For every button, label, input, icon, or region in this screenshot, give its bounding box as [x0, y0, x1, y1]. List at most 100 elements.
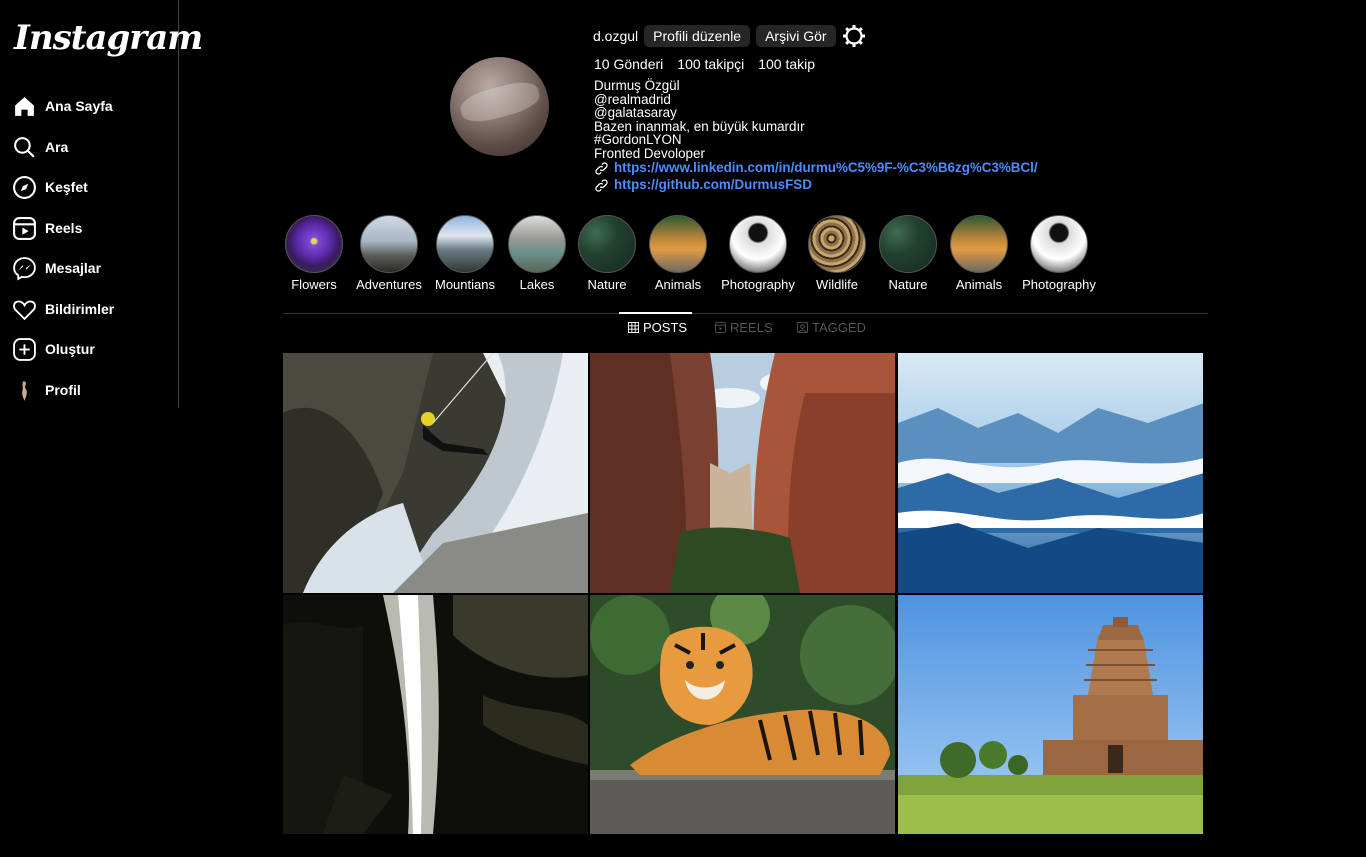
bio-line: @realmadrid: [594, 91, 671, 107]
linkedin-link[interactable]: https://www.linkedin.com/in/durmu%C5%9F-…: [614, 161, 1038, 175]
view-archive-button[interactable]: Arşivi Gör: [756, 25, 836, 47]
grid-icon: [628, 322, 639, 333]
highlight-cover: [729, 215, 787, 273]
highlight-cover: [1030, 215, 1088, 273]
tab-label: POSTS: [643, 320, 688, 335]
bio-line: Fronted Devoloper: [594, 145, 705, 161]
highlight-label: Adventures: [356, 277, 422, 292]
sidebar-item-create[interactable]: Oluştur: [12, 333, 95, 365]
sidebar-item-search[interactable]: Ara: [12, 131, 68, 163]
post-thumbnail[interactable]: [283, 353, 588, 593]
post-image: [590, 595, 895, 834]
search-icon: [14, 136, 35, 158]
sidebar-item-messages[interactable]: Mesajlar: [12, 252, 101, 284]
highlight-nature-2[interactable]: Nature: [868, 215, 948, 292]
post-thumbnail[interactable]: [590, 353, 895, 593]
sidebar: Instagram Ana Sayfa Ara Keşfet Reels Mes…: [0, 0, 203, 408]
bio-name: Durmuş Özgül: [594, 78, 680, 93]
tab-reels[interactable]: REELS: [715, 320, 773, 335]
profile-avatar-icon: [22, 380, 27, 401]
highlight-animals-2[interactable]: Animals: [939, 215, 1019, 292]
highlight-mountians[interactable]: Mountians: [425, 215, 505, 292]
profile-avatar[interactable]: [450, 57, 549, 156]
highlight-wildlife[interactable]: Wildlife: [797, 215, 877, 292]
highlight-lakes[interactable]: Lakes: [497, 215, 577, 292]
highlight-cover: [360, 215, 418, 273]
highlight-cover: [950, 215, 1008, 273]
bio-line: @galatasaray: [594, 105, 677, 121]
profile-tabs: POSTS REELS TAGGED: [283, 312, 1208, 342]
highlight-label: Animals: [955, 277, 1003, 292]
highlight-cover: [436, 215, 494, 273]
post-thumbnail[interactable]: [898, 353, 1203, 593]
tab-label: REELS: [730, 320, 773, 335]
highlight-cover: [285, 215, 343, 273]
sidebar-item-label: Keşfet: [45, 179, 88, 195]
posts-count: 10 Gönderi: [594, 56, 664, 72]
bio-line: Bazen inanmak, en büyük kumardır: [594, 118, 805, 134]
sidebar-item-home[interactable]: Ana Sayfa: [12, 90, 113, 122]
highlight-photography-2[interactable]: Photography: [1019, 215, 1099, 292]
instagram-logo[interactable]: Instagram: [14, 18, 203, 58]
edit-profile-button[interactable]: Profili düzenle: [644, 25, 751, 47]
highlight-label: Wildlife: [816, 277, 858, 292]
highlight-label: Photography: [721, 277, 795, 292]
sidebar-item-label: Mesajlar: [45, 260, 102, 276]
followers-count[interactable]: 100 takipçi: [677, 56, 744, 72]
plus-square-icon: [13, 337, 36, 361]
highlight-label: Nature: [587, 277, 627, 292]
sidebar-item-label: Reels: [45, 220, 83, 236]
highlight-cover: [649, 215, 707, 273]
bio-link-row: https://www.linkedin.com/in/durmu%C5%9F-…: [594, 161, 1038, 176]
active-tab-indicator: [619, 312, 692, 314]
sidebar-item-label: Ara: [45, 139, 69, 155]
bio-line: #GordonLYON: [594, 132, 682, 148]
highlight-adventures[interactable]: Adventures: [349, 215, 429, 292]
sidebar-item-reels[interactable]: Reels: [12, 212, 82, 244]
highlight-flowers[interactable]: Flowers: [274, 215, 354, 292]
highlight-label: Nature: [888, 277, 928, 292]
highlight-cover: [578, 215, 636, 273]
sidebar-item-explore[interactable]: Keşfet: [12, 171, 88, 203]
highlight-cover: [879, 215, 937, 273]
posts-grid: [283, 353, 1205, 834]
link-icon: [595, 178, 608, 192]
profile-stats: 10 Gönderi 100 takipçi 100 takip: [594, 56, 815, 72]
heart-icon: [13, 300, 36, 320]
highlight-label: Lakes: [519, 277, 555, 292]
sidebar-item-label: Bildirimler: [45, 301, 115, 317]
post-image: [283, 353, 588, 593]
profile-actions-row: d.ozgul Profili düzenle Arşivi Gör: [593, 24, 866, 48]
sidebar-item-label: Profil: [45, 382, 81, 398]
tab-posts[interactable]: POSTS: [628, 320, 687, 335]
profile-username: d.ozgul: [593, 28, 639, 44]
highlight-photography[interactable]: Photography: [718, 215, 798, 292]
post-image: [898, 595, 1203, 834]
tab-tagged[interactable]: TAGGED: [797, 320, 866, 335]
github-link[interactable]: https://github.com/DurmusFSD: [614, 178, 812, 192]
sidebar-item-profile[interactable]: Profil: [12, 374, 81, 406]
sidebar-item-label: Oluştur: [45, 341, 95, 357]
gear-icon[interactable]: [842, 24, 866, 48]
sidebar-item-label: Ana Sayfa: [45, 98, 113, 114]
bio-link-row: https://github.com/DurmusFSD: [594, 178, 1038, 193]
post-image: [898, 353, 1203, 593]
profile-bio: Durmuş Özgül @realmadrid @galatasaray Ba…: [594, 79, 1038, 193]
compass-icon: [13, 175, 36, 199]
post-thumbnail[interactable]: [898, 595, 1203, 835]
sidebar-item-notifications[interactable]: Bildirimler: [12, 293, 114, 325]
following-count[interactable]: 100 takip: [758, 56, 815, 72]
post-thumbnail[interactable]: [283, 595, 588, 835]
highlight-animals[interactable]: Animals: [638, 215, 718, 292]
highlight-nature[interactable]: Nature: [567, 215, 647, 292]
tab-label: TAGGED: [812, 320, 866, 335]
messenger-icon: [13, 256, 36, 281]
highlight-label: Animals: [654, 277, 702, 292]
home-icon: [15, 96, 34, 116]
post-thumbnail[interactable]: [590, 595, 895, 835]
post-image: [283, 595, 588, 834]
link-icon: [595, 161, 608, 175]
highlight-cover: [808, 215, 866, 273]
reels-icon: [13, 216, 36, 240]
highlight-label: Mountians: [435, 277, 495, 292]
